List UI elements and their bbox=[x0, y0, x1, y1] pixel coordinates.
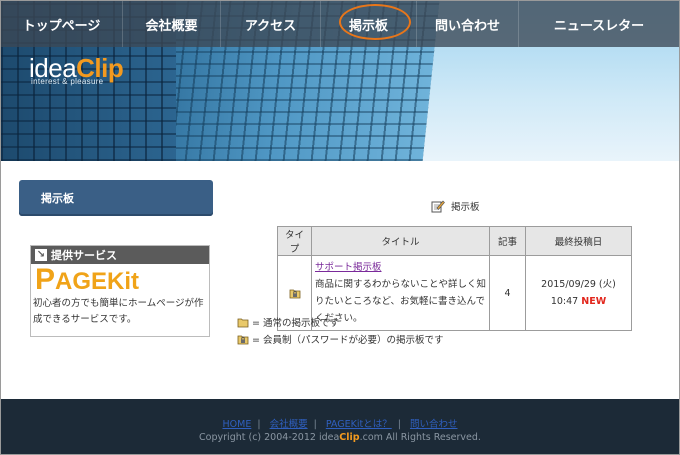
footer-link-home[interactable]: HOME bbox=[223, 419, 252, 430]
nav-item-access[interactable]: アクセス bbox=[221, 1, 321, 47]
cell-date: 2015/09/29 (火) 10:47 NEW bbox=[525, 255, 632, 331]
lock-folder-icon bbox=[289, 289, 300, 299]
hero-banner: トップページ 会社概要 アクセス 掲示板 問い合わせ ニュースレター ideaC… bbox=[1, 1, 679, 161]
pencil-icon bbox=[431, 200, 445, 213]
page-frame: トップページ 会社概要 アクセス 掲示板 問い合わせ ニュースレター ideaC… bbox=[0, 0, 680, 455]
service-description: 初心者の方でも簡単にホームページが作 成できるサービスです。 bbox=[31, 294, 209, 328]
table-header-row: タイプ タイトル 記事 最終投稿日 bbox=[277, 226, 632, 256]
logo-tagline: interest & pleasure bbox=[31, 77, 104, 86]
footer-separator: | bbox=[397, 419, 401, 430]
global-nav: トップページ 会社概要 アクセス 掲示板 問い合わせ ニュースレター bbox=[1, 1, 679, 47]
nav-item-newsletter[interactable]: ニュースレター bbox=[519, 1, 679, 47]
column-header-date: 最終投稿日 bbox=[525, 226, 632, 256]
legend-normal-label: = 通常の掲示板です bbox=[252, 318, 339, 329]
footer-separator: | bbox=[313, 419, 317, 430]
service-banner[interactable]: ↘ 提供サービス PAGEKit 初心者の方でも簡単にホームページが作 成できる… bbox=[30, 245, 210, 337]
legend-member-label: = 会員制（パスワードが必要）の掲示板です bbox=[252, 335, 444, 346]
column-header-type: タイプ bbox=[277, 226, 312, 256]
service-heading: ↘ 提供サービス bbox=[31, 246, 209, 264]
post-date: 2015/09/29 (火) bbox=[541, 279, 616, 290]
legend-normal: = 通常の掲示板です bbox=[237, 315, 339, 329]
service-description-line: 初心者の方でも簡単にホームページが作 bbox=[33, 298, 204, 309]
page-title: 掲示板 bbox=[451, 202, 480, 213]
board-title-link[interactable]: サポート掲示板 bbox=[315, 262, 382, 273]
folder-icon bbox=[237, 318, 249, 328]
nav-item-board[interactable]: 掲示板 bbox=[321, 1, 417, 47]
copyright: Copyright (c) 2004-2012 ideaClip.com All… bbox=[1, 432, 679, 443]
footer-separator: | bbox=[257, 419, 261, 430]
pagekit-logo-rest: AGEKit bbox=[55, 268, 140, 295]
post-time: 10:47 bbox=[550, 296, 579, 307]
footer-link-contact[interactable]: 問い合わせ bbox=[410, 419, 458, 430]
footer-link-company[interactable]: 会社概要 bbox=[270, 419, 308, 430]
column-header-title: タイトル bbox=[311, 226, 490, 256]
footer-link-pagekit[interactable]: PAGEKitとは？ bbox=[326, 419, 392, 430]
new-badge: NEW bbox=[581, 296, 607, 307]
cell-count: 4 bbox=[489, 255, 526, 331]
copyright-suffix: .com All Rights Reserved. bbox=[359, 432, 481, 443]
footer-links: HOME | 会社概要 | PAGEKitとは？ | 問い合わせ bbox=[1, 416, 679, 430]
sidebar-item-board[interactable]: 掲示板 bbox=[19, 180, 213, 216]
copyright-prefix: Copyright (c) 2004-2012 idea bbox=[199, 432, 340, 443]
nav-item-contact[interactable]: 問い合わせ bbox=[417, 1, 519, 47]
legend-member: = 会員制（パスワードが必要）の掲示板です bbox=[237, 332, 443, 346]
nav-item-company[interactable]: 会社概要 bbox=[123, 1, 221, 47]
pagekit-logo: PAGEKit bbox=[31, 263, 209, 296]
arrow-down-right-icon: ↘ bbox=[35, 249, 47, 261]
pagekit-logo-initial: P bbox=[35, 263, 56, 296]
copyright-clip: Clip bbox=[339, 432, 360, 443]
board-description: 商品に関するわからないことや詳しく知りたいところなど、お気軽に書き込んでください… bbox=[315, 279, 487, 324]
nav-item-top[interactable]: トップページ bbox=[1, 1, 123, 47]
column-header-count: 記事 bbox=[489, 226, 526, 256]
service-heading-label: 提供サービス bbox=[51, 249, 117, 262]
lock-folder-icon bbox=[237, 335, 249, 345]
service-description-line: 成できるサービスです。 bbox=[33, 314, 137, 325]
board-heading: 掲示板 bbox=[431, 199, 480, 213]
